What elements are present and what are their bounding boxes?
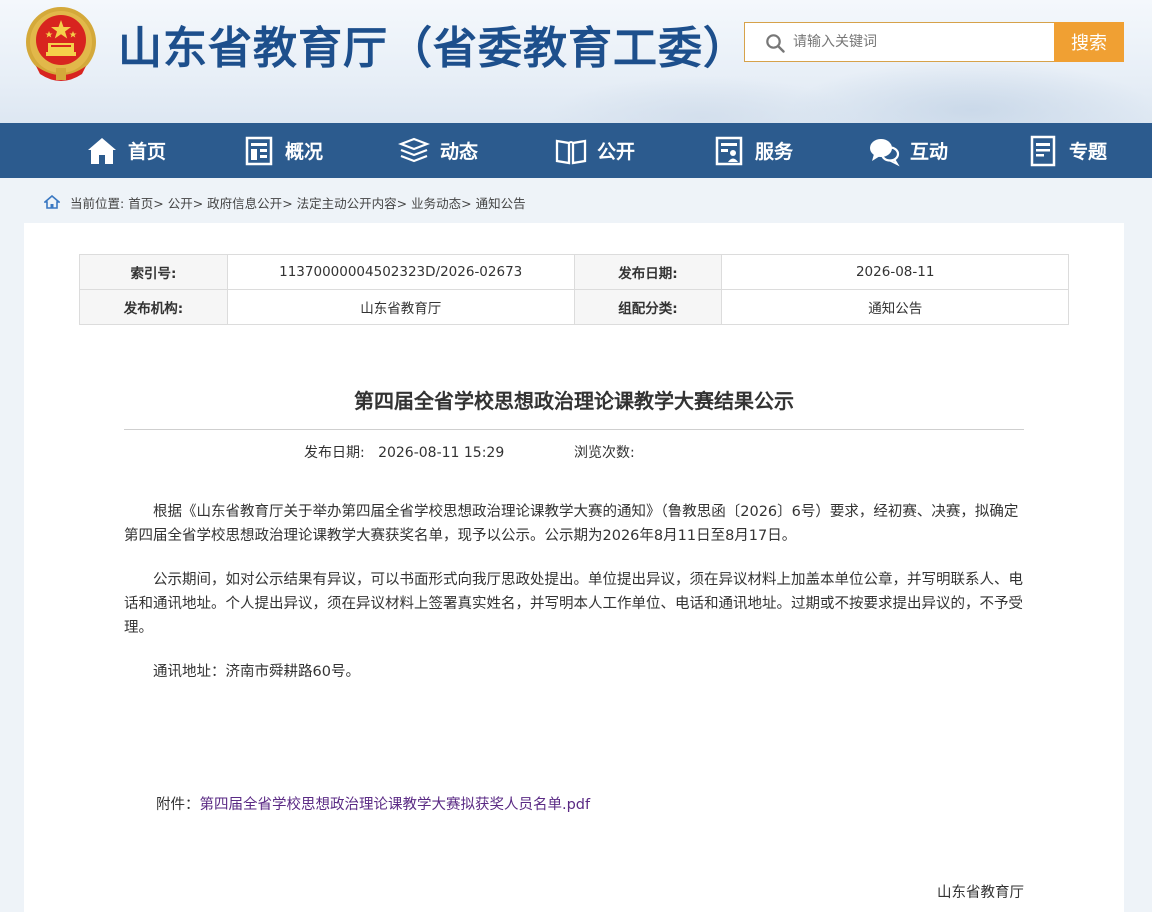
article-signature: 山东省教育厅 <box>937 885 1024 901</box>
breadcrumb-item-home[interactable]: 首页 <box>128 196 153 211</box>
breadcrumb-sep: > <box>153 196 164 211</box>
meta-category-value: 通知公告 <box>721 289 1069 325</box>
nav-item-interact[interactable]: 互动 <box>868 123 948 178</box>
title-divider <box>124 429 1024 430</box>
article-paragraph: 根据《山东省教育厅关于举办第四届全省学校思想政治理论课教学大赛的通知》（鲁教思函… <box>124 504 1019 544</box>
breadcrumb-item-notices[interactable]: 通知公告 <box>476 196 526 211</box>
nav-item-overview[interactable]: 概况 <box>243 123 323 178</box>
nav-label-news: 动态 <box>440 141 479 163</box>
breadcrumb-prefix: 当前位置: <box>70 196 125 211</box>
meta-row: 索引号: 11370000004502323D/2026-02673 发布日期:… <box>79 254 1069 290</box>
building-icon <box>245 136 273 165</box>
nav-item-news[interactable]: 动态 <box>398 123 478 178</box>
attachment: 附件：第四届全省学校思想政治理论课教学大赛拟获奖人员名单.pdf <box>156 793 590 814</box>
nav-item-home[interactable]: 首页 <box>86 123 166 178</box>
publish-date-value: 2026-08-11 15:29 <box>378 445 505 461</box>
breadcrumb-item-open[interactable]: 公开 <box>168 196 193 211</box>
nav-item-topics[interactable]: 专题 <box>1027 123 1107 178</box>
site-title: 山东省教育厅（省委教育工委） <box>118 23 748 74</box>
breadcrumb-item-govinfo[interactable]: 政府信息公开 <box>207 196 282 211</box>
article-paragraph: 公示期间，如对公示结果有异议，可以书面形式向我厅思政处提出。单位提出异议，须在异… <box>124 572 1023 636</box>
meta-category-label: 组配分类: <box>573 289 723 325</box>
nav-label-service: 服务 <box>755 141 794 163</box>
location-home-icon <box>44 195 60 209</box>
breadcrumb-sep: > <box>192 196 204 211</box>
breadcrumb-sep: > <box>396 196 408 211</box>
meta-date-label: 发布日期: <box>573 254 723 290</box>
news-stack-icon <box>398 137 430 162</box>
breadcrumb: 当前位置: 首页> 公开> 政府信息公开> 法定主动公开内容> 业务动态> 通知… <box>70 193 526 212</box>
article-title: 第四届全省学校思想政治理论课教学大赛结果公示 <box>354 389 794 413</box>
search-box <box>744 22 1054 62</box>
meta-org-label: 发布机构: <box>79 289 228 325</box>
view-count: 浏览次数: <box>574 442 635 462</box>
nav-label-home: 首页 <box>128 141 167 163</box>
publish-date-label: 发布日期: <box>304 445 365 461</box>
breadcrumb-sep: > <box>461 196 472 211</box>
nav-label-overview: 概况 <box>285 141 324 163</box>
nav-item-open[interactable]: 公开 <box>555 123 635 178</box>
nav-label-topics: 专题 <box>1069 141 1108 163</box>
meta-table: 索引号: 11370000004502323D/2026-02673 发布日期:… <box>79 254 1069 325</box>
nav-item-service[interactable]: 服务 <box>713 123 793 178</box>
article-paragraph: 通讯地址：济南市舜耕路60号。 <box>153 664 360 680</box>
nav-label-open: 公开 <box>597 141 636 163</box>
publish-date: 发布日期: 2026-08-11 15:29 <box>304 442 504 462</box>
open-book-icon <box>555 139 587 164</box>
breadcrumb-sep: > <box>282 196 293 211</box>
meta-index-value: 11370000004502323D/2026-02673 <box>226 254 575 290</box>
service-doc-icon <box>715 136 743 165</box>
national-emblem-icon[interactable] <box>22 4 100 84</box>
chat-bubbles-icon <box>870 138 900 166</box>
attachment-label: 附件： <box>156 797 200 813</box>
nav-label-interact: 互动 <box>910 141 949 163</box>
search-input[interactable] <box>793 23 1048 61</box>
meta-index-label: 索引号: <box>79 254 228 290</box>
view-count-label: 浏览次数: <box>574 445 635 461</box>
breadcrumb-item-statutory[interactable]: 法定主动公开内容 <box>297 196 397 211</box>
meta-org-value: 山东省教育厅 <box>226 289 575 325</box>
search-button[interactable]: 搜索 <box>1054 22 1124 62</box>
home-icon <box>88 137 116 164</box>
topic-doc-icon <box>1030 135 1056 166</box>
search-icon <box>766 34 785 53</box>
site-header: 山东省教育厅（省委教育工委） 搜索 <box>0 0 1152 123</box>
content-panel: 索引号: 11370000004502323D/2026-02673 发布日期:… <box>24 223 1124 912</box>
breadcrumb-bar: 当前位置: 首页> 公开> 政府信息公开> 法定主动公开内容> 业务动态> 通知… <box>0 178 1152 223</box>
meta-date-value: 2026-08-11 <box>721 254 1069 290</box>
meta-row: 发布机构: 山东省教育厅 组配分类: 通知公告 <box>79 289 1069 325</box>
breadcrumb-item-business[interactable]: 业务动态 <box>411 196 461 211</box>
main-nav: 首页 概况 动态 公开 服务 互动 专题 <box>0 123 1152 178</box>
attachment-link[interactable]: 第四届全省学校思想政治理论课教学大赛拟获奖人员名单.pdf <box>200 797 591 813</box>
